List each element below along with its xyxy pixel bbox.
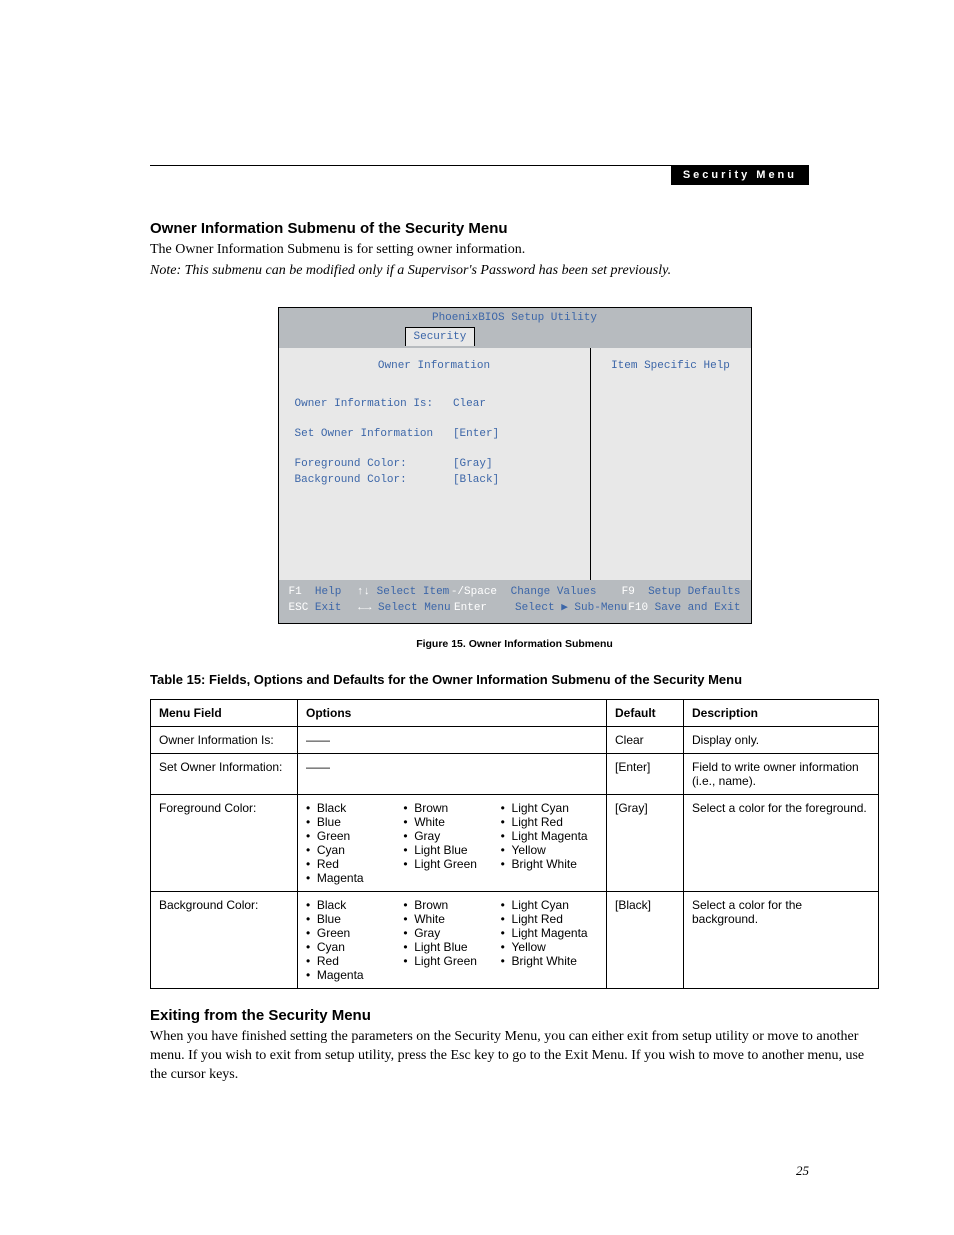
figure-caption: Figure 15. Owner Information Submenu [150,638,879,650]
option-item: White [403,912,500,926]
option-item: Light Green [403,857,500,871]
owner-info-heading: Owner Information Submenu of the Securit… [150,220,879,237]
table-title: Table 15: Fields, Options and Defaults f… [150,672,879,687]
cell-options: BlackBlueGreenCyanRedMagenta BrownWhiteGr… [298,794,607,891]
bios-tab-bar: Security [279,328,751,348]
option-item: Light Green [403,954,500,968]
option-item: Light Magenta [501,926,598,940]
cell-description: Select a color for the background. [684,891,879,988]
bios-tab-security: Security [405,327,476,346]
option-item: Gray [403,829,500,843]
exiting-body: When you have finished setting the param… [150,1028,879,1085]
cell-menu-field: Set Owner Information: [151,753,298,794]
cell-options: —— [298,726,607,753]
bios-right-panel: Item Specific Help [591,348,751,580]
bios-panel-title: Owner Information [295,360,574,372]
option-item: Light Magenta [501,829,598,843]
cell-description: Display only. [684,726,879,753]
bios-row-owner-info: Owner Information Is: Clear [295,398,574,410]
option-item: White [403,815,500,829]
bios-key-esc: ESC [289,602,309,614]
th-default: Default [607,699,684,726]
option-item: Light Blue [403,940,500,954]
header-label: Security Menu [671,165,809,185]
cell-menu-field: Foreground Color: [151,794,298,891]
bios-row-fg-color: Foreground Color: [Gray] [295,458,574,470]
table-row: Foreground Color:BlackBlueGreenCyanRedMa… [151,794,879,891]
cell-menu-field: Background Color: [151,891,298,988]
option-item: Black [306,898,403,912]
th-description: Description [684,699,879,726]
exiting-heading: Exiting from the Security Menu [150,1007,879,1024]
fields-table: Menu Field Options Default Description O… [150,699,879,989]
bios-key-leftright: ←→ [358,602,371,614]
bios-row-bg-color: Background Color: [Black] [295,474,574,486]
cell-description: Field to write owner information (i.e., … [684,753,879,794]
option-item: Light Cyan [501,801,598,815]
owner-info-note: Note: This submenu can be modified only … [150,262,879,281]
cell-description: Select a color for the foreground. [684,794,879,891]
option-item: Light Red [501,815,598,829]
table-header-row: Menu Field Options Default Description [151,699,879,726]
bios-footer: F1 Help ↑↓ Select Item -/Space Change Va… [279,580,751,623]
option-item: Gray [403,926,500,940]
option-item: Magenta [306,968,403,982]
bios-key-f10: F10 [628,602,648,614]
option-item: Light Blue [403,843,500,857]
option-item: Green [306,829,403,843]
th-menu-field: Menu Field [151,699,298,726]
bios-help-title: Item Specific Help [601,360,741,372]
th-options: Options [298,699,607,726]
cell-menu-field: Owner Information Is: [151,726,298,753]
option-item: Cyan [306,940,403,954]
option-item: Green [306,926,403,940]
option-item: Brown [403,801,500,815]
bios-row-set-owner: Set Owner Information [Enter] [295,428,574,440]
bios-key-space: -/Space [451,586,497,598]
cell-default: [Black] [607,891,684,988]
cell-options: BlackBlueGreenCyanRedMagenta BrownWhiteGr… [298,891,607,988]
option-item: Light Red [501,912,598,926]
option-item: Magenta [306,871,403,885]
option-item: Black [306,801,403,815]
option-item: Yellow [501,940,598,954]
option-item: Red [306,857,403,871]
option-item: Red [306,954,403,968]
option-item: Bright White [501,857,598,871]
option-item: Yellow [501,843,598,857]
bios-key-updown: ↑↓ [357,586,370,598]
option-item: Blue [306,912,403,926]
owner-info-paragraph: The Owner Information Submenu is for set… [150,241,879,260]
bios-key-f1: F1 [289,586,302,598]
bios-utility-figure: PhoenixBIOS Setup Utility Security Owner… [278,307,752,624]
table-row: Owner Information Is:——ClearDisplay only… [151,726,879,753]
option-item: Light Cyan [501,898,598,912]
table-row: Set Owner Information:——[Enter]Field to … [151,753,879,794]
option-item: Bright White [501,954,598,968]
bios-utility-title: PhoenixBIOS Setup Utility [279,308,751,328]
bios-key-f9: F9 [622,586,635,598]
bios-key-enter: Enter [454,602,487,614]
table-row: Background Color:BlackBlueGreenCyanRedMa… [151,891,879,988]
cell-default: [Enter] [607,753,684,794]
header-bar: Security Menu [150,165,809,185]
option-item: Cyan [306,843,403,857]
cell-options: —— [298,753,607,794]
option-item: Blue [306,815,403,829]
page-number: 25 [796,1163,809,1179]
cell-default: [Gray] [607,794,684,891]
cell-default: Clear [607,726,684,753]
bios-left-panel: Owner Information Owner Information Is: … [279,348,591,580]
option-item: Brown [403,898,500,912]
